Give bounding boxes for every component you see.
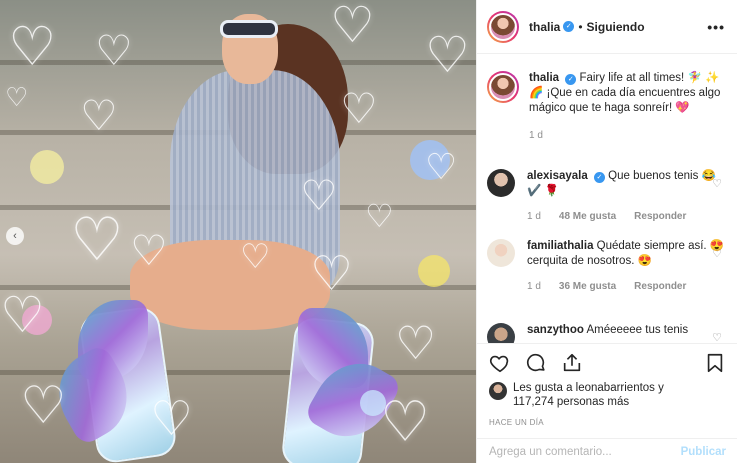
caption-time[interactable]: 1 d [529, 128, 543, 143]
avatar[interactable] [489, 382, 507, 400]
reply-button[interactable]: Responder [634, 209, 686, 224]
comment-time[interactable]: 1 d [527, 279, 541, 294]
heart-sticker: ♡ [300, 171, 338, 220]
heart-sticker: ♡ [8, 15, 57, 78]
comment-like-heart-icon[interactable]: ♡ [712, 331, 722, 343]
bookmark-icon[interactable] [704, 352, 726, 374]
list-item: alexisayala ✓ Que buenos tenis 😂 ✔️ 🌹 1 … [477, 169, 737, 224]
heart-sticker: ♡ [240, 237, 271, 277]
post-header: thalia ✓ • Siguiendo ••• [477, 0, 737, 54]
comment-username[interactable]: familiathalia [527, 240, 593, 252]
sunglasses [220, 20, 278, 38]
avatar[interactable] [487, 239, 515, 267]
avatar[interactable] [487, 10, 519, 43]
heart-sticker: ♡ [425, 147, 458, 188]
list-item: familiathalia Quédate siempre así. 😍 cer… [477, 239, 737, 294]
post-side-panel: thalia ✓ • Siguiendo ••• thalia ✓ Fairy … [476, 0, 737, 463]
verified-badge-icon: ✓ [565, 74, 577, 85]
comment-input[interactable]: Agrega un comentario... [489, 446, 681, 458]
post-actions: Les gusta a leonabarrientos y 117,274 pe… [477, 343, 737, 463]
bokeh-light [30, 150, 64, 184]
comment-text: Améeeeee tus tenis [586, 324, 689, 336]
heart-sticker: ♡ [310, 246, 354, 302]
likes-line-2: 117,274 personas más [513, 396, 630, 408]
publish-button[interactable]: Publicar [681, 446, 726, 458]
heart-icon[interactable] [489, 352, 511, 374]
carousel-prev-button[interactable]: ‹ [6, 227, 24, 245]
heart-sticker: ♡ [395, 316, 437, 370]
avatar[interactable] [487, 323, 515, 343]
caption: thalia ✓ Fairy life at all times! 🧚‍♀️ ✨… [477, 71, 737, 143]
heart-sticker: ♡ [0, 286, 45, 344]
share-icon[interactable] [561, 352, 583, 374]
post-photo[interactable]: ♡ ♡ ♡ ♡ ♡ ♡ ♡ ♡ ♡ ♡ ♡ ♡ ♡ ♡ ♡ ♡ ♡ ♡ ♡ ‹ [0, 0, 476, 463]
comment-like-heart-icon[interactable]: ♡ [712, 177, 722, 190]
add-comment-bar: Agrega un comentario... Publicar [477, 438, 737, 463]
separator-dot: • [578, 19, 583, 34]
likes-summary[interactable]: Les gusta a leonabarrientos y 117,274 pe… [489, 381, 664, 409]
avatar[interactable] [487, 71, 519, 103]
heart-sticker: ♡ [95, 26, 133, 75]
heart-sticker: ♡ [330, 0, 375, 54]
comment-time[interactable]: 1 d [527, 209, 541, 224]
heart-sticker: ♡ [380, 390, 431, 455]
heart-sticker: ♡ [425, 26, 470, 84]
comment-icon[interactable] [525, 352, 547, 374]
heart-sticker: ♡ [150, 391, 194, 447]
heart-sticker: ♡ [365, 197, 394, 235]
comment-likes[interactable]: 48 Me gusta [559, 209, 616, 224]
caption-username[interactable]: thalia [529, 72, 559, 84]
comment-username[interactable]: sanzythoo [527, 324, 584, 336]
reply-button[interactable]: Responder [634, 279, 686, 294]
verified-badge-icon: ✓ [593, 172, 605, 183]
heart-sticker: ♡ [80, 91, 118, 140]
header-username[interactable]: thalia [529, 20, 560, 34]
post-timestamp[interactable]: HACE UN DÍA [489, 418, 544, 427]
heart-sticker: ♡ [340, 84, 378, 133]
comment-list[interactable]: thalia ✓ Fairy life at all times! 🧚‍♀️ ✨… [477, 55, 737, 343]
follow-status-button[interactable]: Siguiendo [587, 20, 645, 34]
avatar[interactable] [487, 169, 515, 197]
comment-like-heart-icon[interactable]: ♡ [712, 247, 722, 260]
ellipsis-icon[interactable]: ••• [707, 19, 725, 35]
heart-sticker: ♡ [130, 226, 168, 275]
likes-line-1: Les gusta a leonabarrientos y [513, 382, 664, 394]
heart-sticker: ♡ [20, 376, 67, 436]
bokeh-light [418, 255, 450, 287]
verified-badge-icon: ✓ [563, 21, 575, 32]
comment-likes[interactable]: 36 Me gusta [559, 279, 616, 294]
comment-username[interactable]: alexisayala [527, 170, 588, 182]
heart-sticker: ♡ [70, 205, 124, 275]
heart-sticker: ♡ [5, 83, 29, 113]
list-item: sanzythoo Améeeeee tus tenis ♡ [477, 323, 737, 343]
